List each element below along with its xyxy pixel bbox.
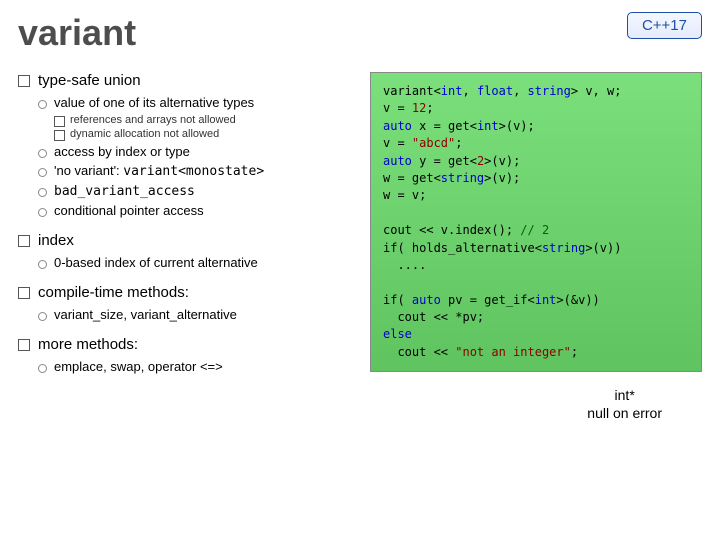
code-token: cout << v.index();	[383, 223, 520, 237]
bullet-list: type-safe union value of one of its alte…	[18, 72, 358, 374]
sub-variantsize: variant_size, variant_alternative	[38, 307, 358, 322]
str-literal: "not an integer"	[455, 345, 571, 359]
cpp17-badge: C++17	[627, 12, 702, 39]
code-token: >(v))	[585, 241, 621, 255]
code-token: ,	[462, 84, 476, 98]
square-bullet-icon	[54, 116, 65, 127]
kw-int: int	[477, 119, 499, 133]
code-column: variant<int, float, string> v, w; v = 12…	[370, 72, 702, 423]
code-token: ,	[513, 84, 527, 98]
heading-typesafe: type-safe union	[38, 72, 141, 89]
subsub-refs: references and arrays not allowed	[54, 114, 358, 126]
kw-string: string	[441, 171, 484, 185]
section-compile: compile-time methods: variant_size, vari…	[18, 284, 358, 322]
sub-novariant: 'no variant': variant<monostate>	[38, 163, 358, 179]
circle-bullet-icon	[38, 208, 47, 217]
code-token: >(v);	[499, 119, 535, 133]
slide: variant C++17 type-safe union value of o…	[0, 0, 720, 540]
sub-text: 0-based index of current alternative	[54, 255, 258, 270]
heading-more: more methods:	[38, 336, 138, 353]
code-token: cout <<	[383, 345, 455, 359]
circle-bullet-icon	[38, 364, 47, 373]
square-bullet-icon	[18, 339, 30, 351]
circle-bullet-icon	[38, 100, 47, 109]
section-more: more methods: emplace, swap, operator <=…	[18, 336, 358, 374]
sub-value-types: value of one of its alternative types re…	[38, 95, 358, 140]
section-index: index 0-based index of current alternati…	[18, 232, 358, 270]
code-token: cout << *pv;	[383, 310, 484, 324]
code-token: >(v);	[484, 171, 520, 185]
sub-badaccess: bad_variant_access	[38, 183, 358, 199]
kw-auto: auto	[412, 293, 441, 307]
sub-condptr: conditional pointer access	[38, 203, 358, 218]
code-monostate: variant<monostate>	[123, 164, 264, 179]
code-token: pv = get_if<	[441, 293, 535, 307]
slide-title: variant	[18, 12, 702, 54]
circle-bullet-icon	[38, 188, 47, 197]
kw-string: string	[528, 84, 571, 98]
compile-sublist: variant_size, variant_alternative	[38, 307, 358, 322]
kw-auto: auto	[383, 119, 412, 133]
kw-else: else	[383, 327, 412, 341]
index-sublist: 0-based index of current alternative	[38, 255, 358, 270]
bullet-column: type-safe union value of one of its alte…	[18, 72, 358, 423]
sub-0based: 0-based index of current alternative	[38, 255, 358, 270]
subsub-list: references and arrays not allowed dynami…	[54, 114, 358, 140]
code-token: if( holds_alternative<	[383, 241, 542, 255]
subsub-dyn: dynamic allocation not allowed	[54, 128, 358, 140]
comment: // 2	[520, 223, 549, 237]
kw-int: int	[441, 84, 463, 98]
code-token: > v, w;	[571, 84, 622, 98]
str-literal: "abcd"	[412, 136, 455, 150]
code-token: y = get<	[412, 154, 477, 168]
heading-compile: compile-time methods:	[38, 284, 189, 301]
code-token: >(v);	[484, 154, 520, 168]
kw-auto: auto	[383, 154, 412, 168]
section-typesafe: type-safe union value of one of its alte…	[18, 72, 358, 218]
typesafe-sublist: value of one of its alternative types re…	[38, 95, 358, 218]
note-line2: null on error	[587, 404, 662, 422]
num-literal: 12	[412, 101, 426, 115]
kw-float: float	[477, 84, 513, 98]
sub-access: access by index or type	[38, 144, 358, 159]
sub-text: access by index or type	[54, 144, 190, 159]
code-token: ;	[455, 136, 462, 150]
square-bullet-icon	[18, 235, 30, 247]
note-line1: int*	[587, 386, 662, 404]
square-bullet-icon	[54, 130, 65, 141]
sub-prefix: 'no variant':	[54, 163, 123, 178]
code-token: v =	[383, 136, 412, 150]
circle-bullet-icon	[38, 260, 47, 269]
square-bullet-icon	[18, 287, 30, 299]
kw-int: int	[535, 293, 557, 307]
heading-index: index	[38, 232, 74, 249]
code-token: w = v;	[383, 188, 426, 202]
code-token: >(&v))	[556, 293, 599, 307]
kw-string: string	[542, 241, 585, 255]
more-sublist: emplace, swap, operator <=>	[38, 359, 358, 374]
sub-text: conditional pointer access	[54, 203, 204, 218]
content-columns: type-safe union value of one of its alte…	[18, 72, 702, 423]
code-token: ....	[383, 258, 426, 272]
subsub-text: references and arrays not allowed	[70, 114, 236, 126]
code-sample: variant<int, float, string> v, w; v = 12…	[370, 72, 702, 372]
subsub-text: dynamic allocation not allowed	[70, 128, 219, 140]
code-token: ;	[426, 101, 440, 115]
code-token: v =	[383, 101, 412, 115]
circle-bullet-icon	[38, 149, 47, 158]
code-token: w = get<	[383, 171, 441, 185]
square-bullet-icon	[18, 75, 30, 87]
code-badaccess: bad_variant_access	[54, 184, 195, 199]
code-token: if(	[383, 293, 412, 307]
annotation-note: int* null on error	[587, 386, 662, 422]
sub-text: emplace, swap, operator <=>	[54, 359, 223, 374]
code-token: ;	[571, 345, 578, 359]
sub-emplace: emplace, swap, operator <=>	[38, 359, 358, 374]
circle-bullet-icon	[38, 312, 47, 321]
code-token: variant<	[383, 84, 441, 98]
sub-text: value of one of its alternative types	[54, 95, 254, 110]
sub-text: variant_size, variant_alternative	[54, 307, 237, 322]
code-token: x = get<	[412, 119, 477, 133]
circle-bullet-icon	[38, 168, 47, 177]
